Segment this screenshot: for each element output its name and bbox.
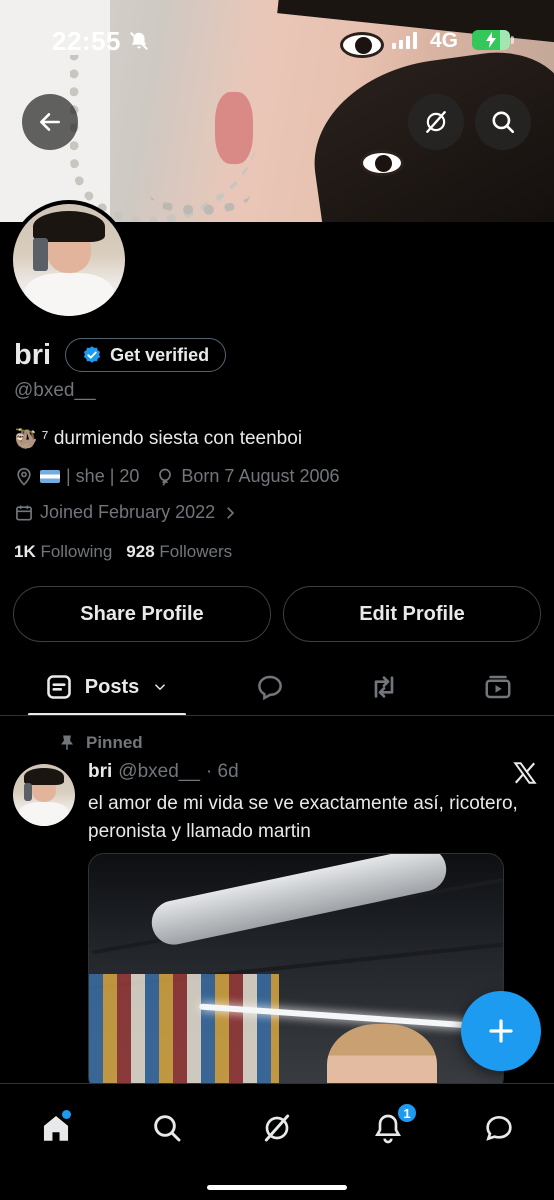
profile-name: bri: [14, 338, 52, 371]
tabs-divider: [0, 715, 554, 716]
argentina-flag-icon: [40, 470, 60, 483]
grok-icon: [426, 111, 446, 133]
share-profile-button[interactable]: Share Profile: [13, 586, 271, 642]
profile-avatar[interactable]: [9, 200, 129, 320]
profile-handle: @bxed__: [14, 380, 96, 401]
followers-label: Followers: [159, 542, 233, 561]
battery-icon: [472, 30, 514, 50]
profile-meta: | she | 20 Born 7 August 2006: [14, 466, 340, 487]
pin-icon: [61, 735, 73, 750]
post-author-avatar[interactable]: [13, 764, 75, 826]
post-media-image[interactable]: [88, 853, 504, 1093]
status-bar: 22:55 4G: [0, 22, 554, 62]
compose-button[interactable]: [461, 991, 541, 1071]
network-type: 4G: [430, 29, 459, 52]
nav-grok[interactable]: [249, 1100, 305, 1156]
post-text: el amor de mi vida se ve exactamente así…: [88, 793, 518, 842]
profile-bio: 🦥 ⁷ durmiendo siesta con teenboi: [14, 427, 302, 451]
chevron-right-icon: [227, 506, 235, 519]
home-indicator: [207, 1185, 347, 1190]
chevron-down-icon: [155, 684, 166, 691]
verified-badge-icon: [83, 346, 101, 363]
nav-home[interactable]: [28, 1100, 84, 1156]
pinned-label: Pinned: [86, 733, 143, 752]
joined-text: Joined February 2022: [40, 502, 216, 522]
messages-icon: [486, 1115, 512, 1141]
post-header: bri @bxed__ · 6d: [88, 761, 239, 783]
search-icon: [154, 1115, 181, 1142]
followers-count: 928: [126, 542, 155, 561]
pinned-label-row: Pinned: [58, 733, 143, 753]
post-author-name[interactable]: bri: [88, 761, 112, 783]
edit-profile-button[interactable]: Edit Profile: [283, 586, 541, 642]
get-verified-button[interactable]: Get verified: [65, 338, 227, 372]
tab-replies[interactable]: [240, 660, 300, 714]
search-icon: [492, 111, 515, 134]
notifications-badge: 1: [396, 1102, 418, 1124]
grok-icon: [264, 1114, 290, 1142]
name-row: bri Get verified: [14, 338, 227, 372]
profile-tabs: Posts: [0, 660, 554, 716]
following-count: 1K: [14, 542, 36, 561]
nav-notifications[interactable]: 1: [360, 1100, 418, 1156]
tab-media[interactable]: [468, 660, 528, 714]
banner-chain: [150, 175, 250, 215]
sloth-emoji-icon: 🦥: [14, 429, 38, 450]
status-time: 22:55: [52, 26, 121, 56]
follow-counts: 1K Following 928 Followers: [14, 542, 232, 562]
post-time: · 6d: [205, 761, 239, 782]
repost-icon: [374, 676, 394, 698]
posts-icon: [46, 675, 71, 699]
bio-text: ⁷ durmiendo siesta con teenboi: [41, 428, 303, 449]
back-button[interactable]: [22, 94, 78, 150]
following-link[interactable]: 1K Following: [14, 542, 112, 562]
plus-icon: [489, 1019, 513, 1043]
get-verified-label: Get verified: [110, 344, 210, 365]
post-author-handle[interactable]: @bxed__: [118, 761, 200, 783]
balloon-icon: [159, 468, 172, 485]
followers-link[interactable]: 928 Followers: [126, 542, 232, 562]
calendar-icon: [16, 505, 32, 520]
search-button[interactable]: [475, 94, 531, 150]
unread-dot: [62, 1110, 71, 1119]
banner-eye: [360, 150, 404, 176]
arrow-left-icon: [40, 113, 60, 131]
location-text: | she | 20: [66, 466, 140, 486]
reply-bubble-icon: [258, 675, 282, 701]
bottom-nav: 1: [0, 1083, 554, 1200]
birthday-text: Born 7 August 2006: [181, 466, 340, 486]
location-pin-icon: [17, 467, 31, 486]
tab-posts-label: Posts: [84, 675, 140, 698]
joined-row[interactable]: Joined February 2022: [14, 502, 239, 523]
tab-reposts[interactable]: [354, 660, 414, 714]
silent-bell-icon: [128, 30, 150, 57]
following-label: Following: [40, 542, 113, 561]
nav-search[interactable]: [139, 1100, 195, 1156]
nav-messages[interactable]: [471, 1100, 527, 1156]
signal-icon: [392, 32, 417, 49]
grok-button[interactable]: [408, 94, 464, 150]
media-icon: [485, 675, 511, 699]
tab-posts[interactable]: Posts: [28, 660, 186, 716]
x-logo-icon: [512, 760, 538, 791]
